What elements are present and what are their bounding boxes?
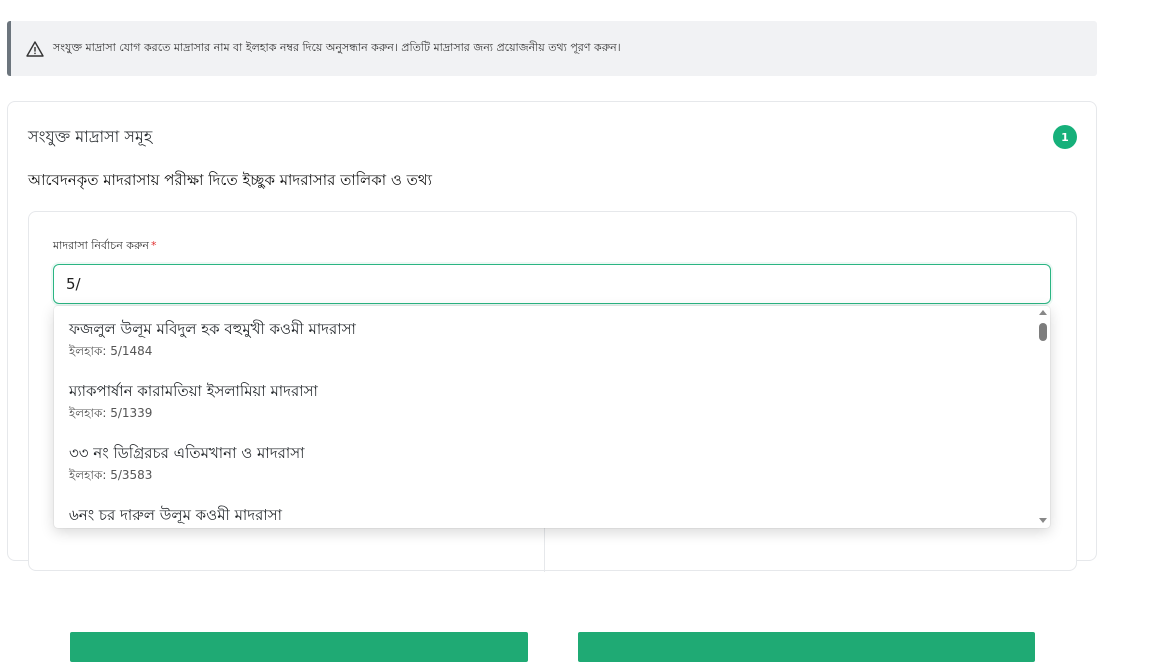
- madrasa-suggestions-dropdown: ফজলুল উলূম মবিদুল হক বহুমুখী কওমী মাদরাস…: [54, 306, 1050, 528]
- option-name: ৬নং চর দারুল উলূম কওমী মাদরাসা: [69, 506, 283, 524]
- scroll-up-arrow-icon[interactable]: [1039, 310, 1047, 315]
- scrollbar-thumb[interactable]: [1039, 323, 1047, 341]
- card-title: সংযুক্ত মাদ্রাসা সমূহ: [28, 127, 153, 146]
- suggestion-option[interactable]: ম্যাকপার্ষান কারামতিয়া ইসলামিয়া মাদরাস…: [69, 381, 318, 421]
- warning-triangle-icon: [26, 40, 44, 58]
- suggestion-option[interactable]: ফজলুল উলূম মবিদুল হক বহুমুখী কওমী মাদরাস…: [69, 319, 356, 359]
- info-alert: সংযুক্ত মাদ্রাসা যোগ করতে মাদ্রাসার নাম …: [7, 21, 1097, 76]
- card-subtitle: আবেদনকৃত মাদরাসায় পরীক্ষা দিতে ইচ্ছুক ম…: [28, 171, 432, 189]
- madrasa-select-label-text: মাদরাসা নির্বাচন করুন: [53, 239, 149, 252]
- option-name: ৩৩ নং ডিগ্রিরচর এতিমখানা ও মাদরাসা: [69, 444, 305, 462]
- option-code: ইলহাক: 5/1339: [69, 406, 153, 420]
- right-action-button[interactable]: [578, 632, 1035, 662]
- required-asterisk: *: [151, 239, 157, 252]
- madrasa-search-input[interactable]: [53, 264, 1051, 304]
- option-name: ম্যাকপার্ষান কারামতিয়া ইসলামিয়া মাদরাস…: [69, 382, 318, 400]
- suggestion-option[interactable]: ৩৩ নং ডিগ্রিরচর এতিমখানা ও মাদরাসা ইলহাক…: [69, 443, 304, 483]
- option-name: ফজলুল উলূম মবিদুল হক বহুমুখী কওমী মাদরাস…: [69, 320, 356, 338]
- dropdown-scrollbar[interactable]: [1036, 306, 1050, 528]
- count-badge: 1: [1053, 125, 1077, 149]
- scroll-down-arrow-icon[interactable]: [1039, 518, 1047, 523]
- madrasa-select-label: মাদরাসা নির্বাচন করুন *: [53, 237, 157, 256]
- option-code: ইলহাক: 5/3583: [69, 468, 153, 482]
- suggestion-option[interactable]: ৬নং চর দারুল উলূম কওমী মাদরাসা: [69, 505, 282, 525]
- left-action-button[interactable]: [70, 632, 528, 662]
- alert-text: সংযুক্ত মাদ্রাসা যোগ করতে মাদ্রাসার নাম …: [53, 41, 621, 54]
- option-code: ইলহাক: 5/1484: [69, 344, 153, 358]
